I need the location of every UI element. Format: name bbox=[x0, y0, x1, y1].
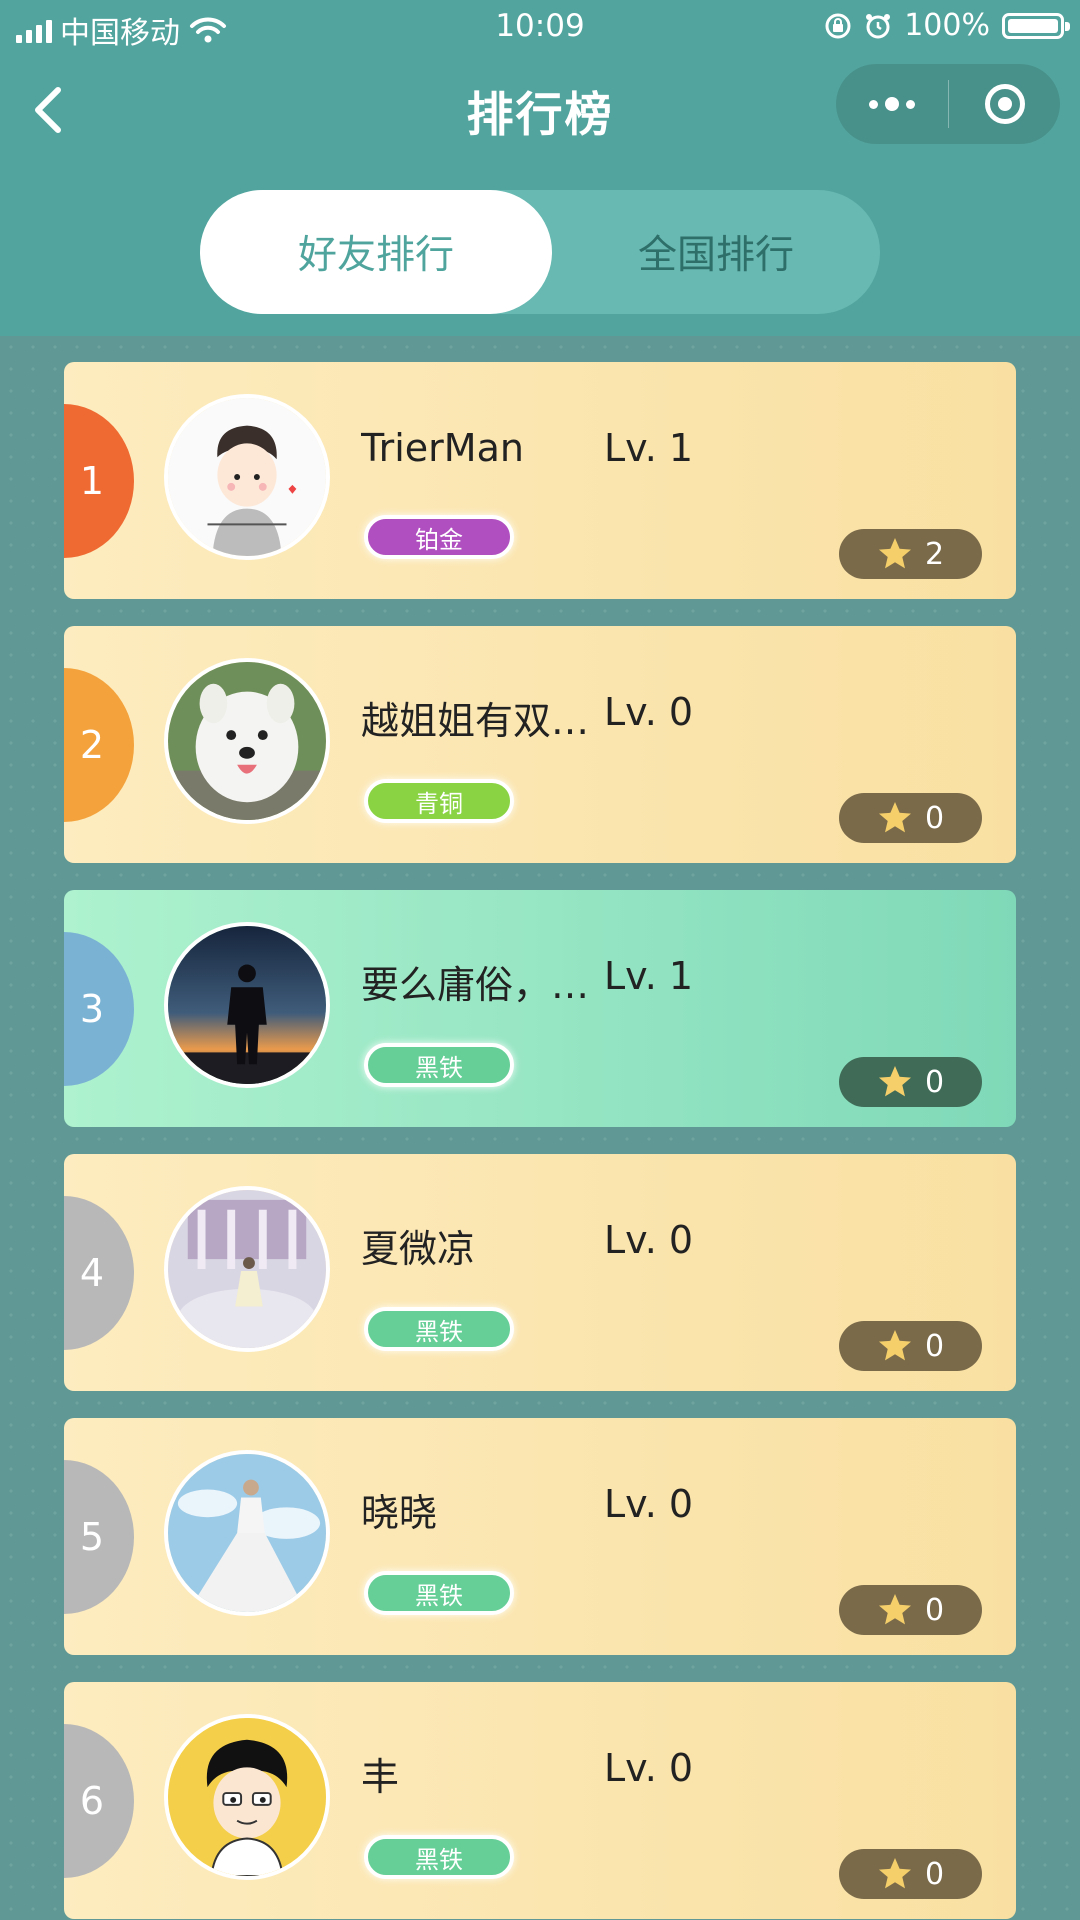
star-count: 2 bbox=[839, 529, 982, 579]
star-icon bbox=[878, 1066, 911, 1097]
tier-badge: 黑铁 bbox=[364, 1835, 514, 1879]
avatar bbox=[164, 1186, 330, 1352]
avatar bbox=[164, 394, 330, 560]
star-value: 0 bbox=[924, 1064, 945, 1100]
ranking-row-current-user[interactable]: 3 要么庸俗，要么孤独 Lv. 1 黑铁 bbox=[64, 890, 1016, 1127]
rank-number: 4 bbox=[64, 1196, 134, 1350]
player-name: 丰 bbox=[361, 1755, 400, 1799]
mini-program-capsule bbox=[836, 64, 1060, 144]
battery-percent: 100% bbox=[904, 8, 990, 43]
tier-badge: 黑铁 bbox=[364, 1571, 514, 1615]
star-icon bbox=[878, 1330, 911, 1361]
more-icon[interactable] bbox=[836, 64, 948, 144]
rotation-lock-icon bbox=[825, 13, 851, 38]
player-level: Lv. 0 bbox=[604, 1218, 694, 1262]
ranking-row[interactable]: 6 丰 Lv. 0 黑铁 0 bbox=[64, 1682, 1016, 1919]
player-name: TrierMan bbox=[361, 426, 524, 470]
tab-national-ranking[interactable]: 全国排行 bbox=[552, 190, 880, 314]
star-count: 0 bbox=[839, 1849, 982, 1899]
player-name: 越姐姐有双眼皮，好美 bbox=[361, 699, 596, 743]
rank-number: 5 bbox=[64, 1460, 134, 1614]
status-right: 100% bbox=[824, 8, 1070, 43]
star-count: 0 bbox=[839, 793, 982, 843]
player-level: Lv. 0 bbox=[604, 1482, 694, 1526]
player-level: Lv. 1 bbox=[604, 426, 694, 470]
ranking-row[interactable]: 2 越姐姐有双眼皮，好美 Lv. 0 青铜 0 bbox=[64, 626, 1016, 863]
star-count: 0 bbox=[839, 1321, 982, 1371]
player-name: 要么庸俗，要么孤独 bbox=[361, 963, 596, 1007]
star-value: 0 bbox=[924, 1856, 945, 1892]
header: 中国移动 10:09 100% 排行榜 好友排行 全国排行 bbox=[0, 0, 1080, 336]
star-value: 0 bbox=[924, 1328, 945, 1364]
tier-badge: 黑铁 bbox=[364, 1307, 514, 1351]
player-level: Lv. 1 bbox=[604, 954, 694, 998]
avatar bbox=[164, 1450, 330, 1616]
star-value: 0 bbox=[924, 800, 945, 836]
star-icon bbox=[878, 538, 911, 569]
star-icon bbox=[878, 1594, 911, 1625]
star-icon bbox=[878, 802, 911, 833]
rank-number: 2 bbox=[64, 668, 134, 822]
star-count: 0 bbox=[839, 1585, 982, 1635]
ranking-row[interactable]: 4 夏微凉 Lv. 0 黑铁 0 bbox=[64, 1154, 1016, 1391]
tab-friends-ranking[interactable]: 好友排行 bbox=[200, 190, 552, 314]
rank-number: 1 bbox=[64, 404, 134, 558]
avatar bbox=[164, 922, 330, 1088]
nav-bar: 排行榜 bbox=[0, 54, 1080, 164]
player-name: 晓晓 bbox=[361, 1491, 438, 1535]
star-value: 0 bbox=[924, 1592, 945, 1628]
player-level: Lv. 0 bbox=[604, 1746, 694, 1790]
star-count: 0 bbox=[839, 1057, 982, 1107]
tier-badge: 铂金 bbox=[364, 515, 514, 559]
player-level: Lv. 0 bbox=[604, 690, 694, 734]
ranking-row[interactable]: 5 晓晓 Lv. 0 黑铁 0 bbox=[64, 1418, 1016, 1655]
ranking-row[interactable]: 1 TrierMan Lv. 1 铂金 2 bbox=[64, 362, 1016, 599]
ranking-list: 1 TrierMan Lv. 1 铂金 2 2 越姐姐有双眼 Lv. 0 青铜 … bbox=[0, 336, 1080, 1920]
tier-badge: 黑铁 bbox=[364, 1043, 514, 1087]
ranking-tabs: 好友排行 全国排行 bbox=[200, 190, 880, 314]
close-target-icon[interactable] bbox=[949, 64, 1060, 144]
star-icon bbox=[878, 1858, 911, 1889]
rank-number: 6 bbox=[64, 1724, 134, 1878]
alarm-icon bbox=[866, 13, 891, 38]
tier-badge: 青铜 bbox=[364, 779, 514, 823]
avatar bbox=[164, 1714, 330, 1880]
rank-number: 3 bbox=[64, 932, 134, 1086]
avatar bbox=[164, 658, 330, 824]
star-value: 2 bbox=[924, 536, 945, 572]
player-name: 夏微凉 bbox=[361, 1227, 476, 1271]
battery-icon bbox=[1002, 12, 1070, 39]
status-bar: 中国移动 10:09 100% bbox=[0, 0, 1080, 54]
